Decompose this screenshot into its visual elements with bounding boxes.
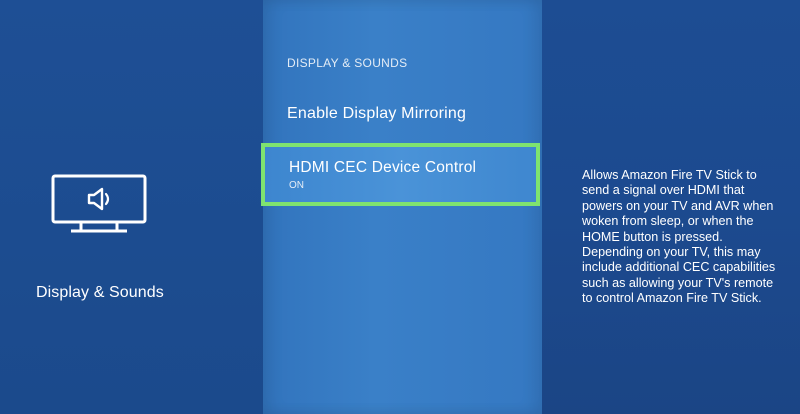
tv-speaker-icon <box>51 174 147 233</box>
settings-menu: DISPLAY & SOUNDS Enable Display Mirrorin… <box>261 0 542 414</box>
category-label: Display & Sounds <box>36 284 164 301</box>
menu-item-label: HDMI CEC Device Control <box>289 159 477 176</box>
menu-item-value: ON <box>289 180 304 191</box>
menu-item-display-mirroring[interactable]: Enable Display Mirroring <box>263 105 542 123</box>
setting-description: Allows Amazon Fire TV Stick to send a si… <box>582 168 776 306</box>
settings-screen: Display & Sounds DISPLAY & SOUNDS Enable… <box>0 0 800 414</box>
menu-item-hdmi-cec[interactable]: HDMI CEC Device Control ON <box>261 143 540 206</box>
menu-item-label: Enable Display Mirroring <box>287 105 467 122</box>
category-panel: Display & Sounds <box>0 0 263 414</box>
section-header: DISPLAY & SOUNDS <box>287 56 408 70</box>
